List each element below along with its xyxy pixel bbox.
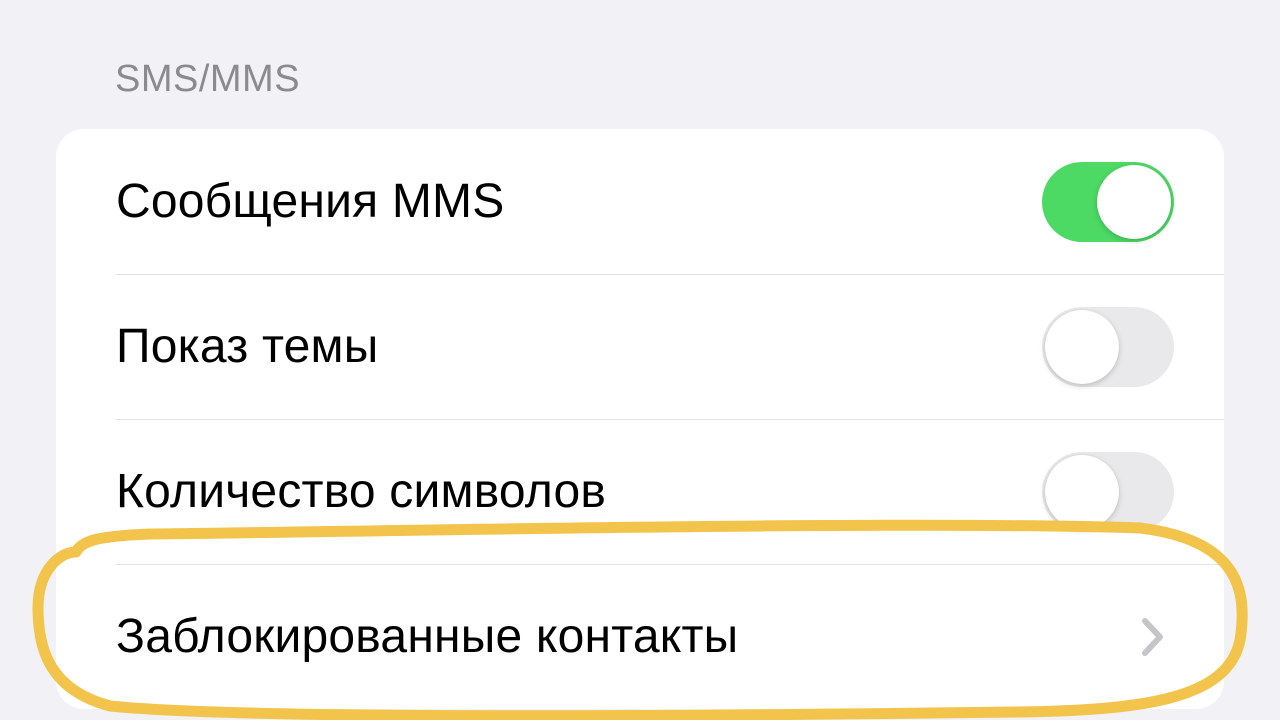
row-mms-messages: Сообщения MMS <box>56 129 1224 274</box>
row-label: Количество символов <box>116 464 606 519</box>
toggle-knob <box>1045 455 1119 529</box>
toggle-knob <box>1045 310 1119 384</box>
toggle-character-count[interactable] <box>1042 452 1174 532</box>
row-show-subject: Показ темы <box>56 274 1224 419</box>
row-label: Показ темы <box>116 319 378 374</box>
toggle-show-subject[interactable] <box>1042 307 1174 387</box>
row-blocked-contacts[interactable]: Заблокированные контакты <box>56 564 1224 709</box>
row-label: Заблокированные контакты <box>116 609 738 664</box>
toggle-mms[interactable] <box>1042 162 1174 242</box>
row-label: Сообщения MMS <box>116 174 504 229</box>
settings-card: Сообщения MMS Показ темы Количество симв… <box>56 129 1224 709</box>
section-header: SMS/MMS <box>0 0 1280 129</box>
row-character-count: Количество символов <box>56 419 1224 564</box>
chevron-right-icon <box>1142 618 1164 656</box>
toggle-knob <box>1097 165 1171 239</box>
